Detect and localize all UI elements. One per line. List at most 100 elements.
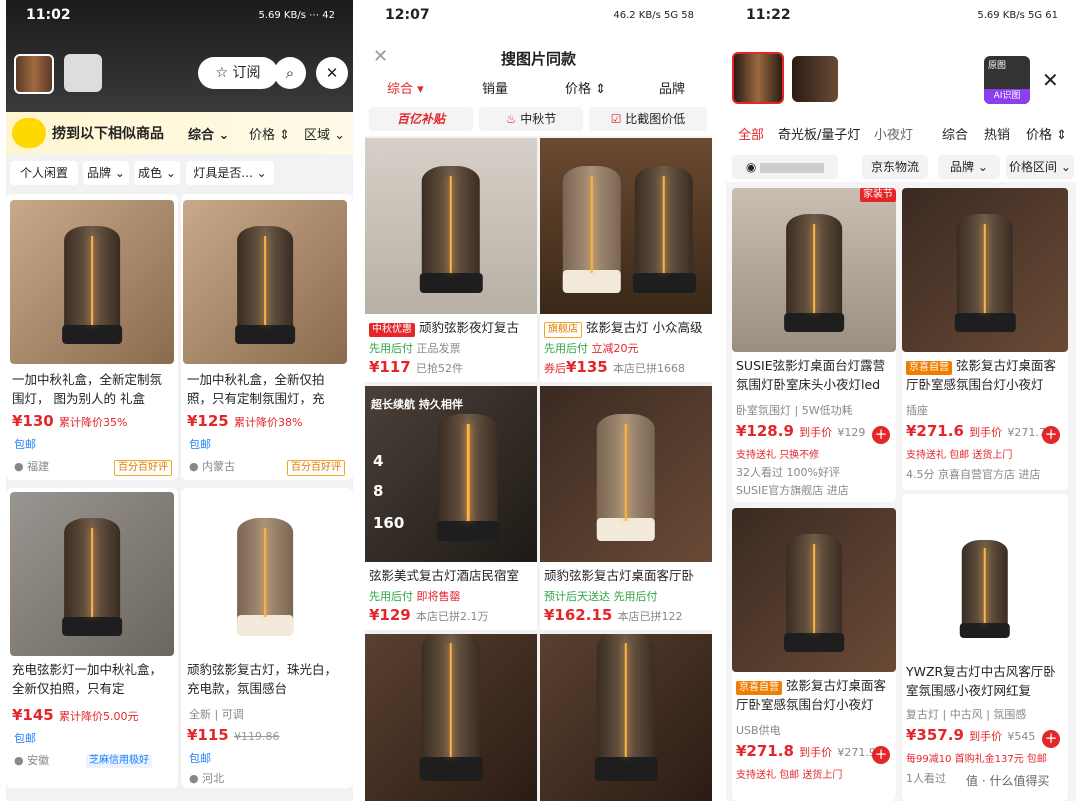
promo-cheaper[interactable]: ☑ 比截图价低 xyxy=(589,107,707,131)
thumb-2[interactable] xyxy=(64,54,102,92)
location: ● 福建 xyxy=(14,460,50,473)
thumb-1[interactable] xyxy=(14,54,54,94)
add-cart-button[interactable]: + xyxy=(872,746,890,764)
subscribe-button[interactable]: ☆ 订阅 xyxy=(198,57,278,89)
product-card[interactable]: 顽豹弦影复古灯桌面客厅卧 预计后天送达 先用后付 ¥162.15 本店已拼122 xyxy=(540,386,712,630)
product-attrs: 全新 | 可调 xyxy=(189,708,244,721)
ai-label: AI识图 xyxy=(984,89,1030,104)
shop-link[interactable]: SUSIE官方旗舰店 进店 xyxy=(736,482,849,498)
product-image[interactable] xyxy=(365,634,537,801)
lamp-icon xyxy=(783,534,844,653)
status-right: 5.69 KB/s 5G 61 xyxy=(977,10,1058,21)
thumb-2[interactable] xyxy=(792,56,838,102)
promo-billion-subsidy[interactable]: 百亿补贴 xyxy=(369,107,473,131)
tab-sales[interactable]: 销量 xyxy=(482,78,508,97)
product-price: ¥162.15 本店已拼122 xyxy=(544,606,683,624)
location-filter[interactable]: ◉ xyxy=(732,155,838,179)
add-cart-button[interactable]: + xyxy=(1042,426,1060,444)
product-card[interactable]: 京喜自营 弦影复古灯桌面客厅卧室感氛围台灯小夜灯 插座 ¥271.6 到手价 ¥… xyxy=(902,188,1068,490)
product-image[interactable] xyxy=(540,634,712,801)
thumb-selected[interactable] xyxy=(732,52,784,104)
tags: 每99减10 首购礼金137元 包邮 xyxy=(906,754,1047,765)
shipping: 包邮 xyxy=(189,438,211,451)
product-price: ¥130 累计降价35% xyxy=(12,412,128,430)
filter-price-range[interactable]: 价格区间 ⌄ xyxy=(1006,155,1074,179)
product-title: SUSIE弦影灯桌面台灯露营氛围灯卧室床头小夜灯led xyxy=(736,358,886,392)
cat-all[interactable]: 全部 xyxy=(738,124,764,143)
product-attrs: 复古灯 | 中古风 | 氛围感 xyxy=(906,708,1027,721)
watermark: 值 · 什么值得买 xyxy=(962,770,1054,791)
overlay-num: 4 xyxy=(373,452,384,470)
product-card[interactable]: 一加中秋礼盒，全新定制氛围灯， 图为别人的 礼盒 ¥130 累计降价35% 包邮… xyxy=(6,194,178,480)
product-card[interactable]: 顽豹弦影复古灯，珠光白，充电款，氛围感台 全新 | 可调 ¥115 ¥119.8… xyxy=(181,488,353,788)
product-title: 顽豹弦影复古灯桌面客厅卧 xyxy=(544,568,695,583)
lamp-icon xyxy=(959,539,1011,639)
original-image-button[interactable]: 原图 AI识图 xyxy=(984,56,1030,104)
product-card[interactable]: 旗舰店 弦影复古灯 小众高级 先用后付 立减20元 券后¥135 本店已拼166… xyxy=(540,138,712,382)
sort-price[interactable]: 价格 ⇕ xyxy=(1026,124,1067,143)
product-price: ¥357.9 到手价 ¥545 xyxy=(906,726,1036,744)
stat-line: 1人看过 xyxy=(906,772,946,785)
promo-midautumn[interactable]: ♨ 中秋节 xyxy=(479,107,583,131)
panel-xianyu: 11:02 5.69 KB/s ⋯ 42 ☆ 订阅 ⌕ ✕ 捞到以下相似商品 综… xyxy=(6,0,353,801)
product-image xyxy=(902,188,1068,352)
lamp-icon xyxy=(237,518,293,637)
add-cart-button[interactable]: + xyxy=(872,426,890,444)
close-icon[interactable]: ✕ xyxy=(316,57,348,89)
product-title: 一加中秋礼盒，全新定制氛围灯， 图为别人的 礼盒 xyxy=(12,372,163,406)
sort-comprehensive[interactable]: 综合 xyxy=(942,124,968,143)
filter-jd-logistics[interactable]: 京东物流 xyxy=(862,155,928,179)
rating-badge: 百分百好评 xyxy=(114,460,172,476)
product-price: ¥117 已抢52件 xyxy=(369,358,463,376)
sort-hot[interactable]: 热销 xyxy=(984,124,1010,143)
cat-nightlight[interactable]: 小夜灯 xyxy=(874,124,913,143)
filter-idle[interactable]: 个人闲置 xyxy=(10,161,78,185)
lamp-icon xyxy=(632,166,696,293)
product-title: 一加中秋礼盒，全新仅拍照，只有定制氛围灯，充 xyxy=(187,372,325,406)
product-card[interactable]: 家装节 SUSIE弦影灯桌面台灯露营氛围灯卧室床头小夜灯led 卧室氛围灯 | … xyxy=(732,188,896,502)
search-icon[interactable]: ⌕ xyxy=(274,57,306,89)
status-bar: 11:22 5.69 KB/s 5G 61 xyxy=(726,0,1076,34)
status-right: 46.2 KB/s 5G 58 xyxy=(613,10,694,21)
product-title: 充电弦影灯一加中秋礼盒，全新仅拍照，只有定 xyxy=(12,662,163,696)
product-card[interactable]: 中秋优惠 顽豹弦影夜灯复古 先用后付 正品发票 ¥117 已抢52件 xyxy=(365,138,537,382)
subscribe-label: 订阅 xyxy=(232,65,261,81)
credit-badge: 芝麻信用极好 xyxy=(86,754,152,768)
product-title: YWZR复古灯中古风客厅卧室氛围感小夜灯网红复 xyxy=(906,664,1056,698)
tab-comprehensive[interactable]: 综合 ▾ xyxy=(387,78,424,97)
product-price: 券后¥135 本店已拼1668 xyxy=(544,358,685,376)
tab-price[interactable]: 价格 ⇕ xyxy=(565,78,606,97)
masked-address xyxy=(760,162,825,173)
overlay-num: 8 xyxy=(373,482,384,500)
add-cart-button[interactable]: + xyxy=(1042,730,1060,748)
filter-brand[interactable]: 品牌 ⌄ xyxy=(938,155,1000,179)
product-price: ¥128.9 到手价 ¥129 xyxy=(736,422,866,440)
filter-brand[interactable]: 品牌 ⌄ xyxy=(83,161,129,185)
tab-brand[interactable]: 品牌 xyxy=(659,78,685,97)
status-time: 11:02 xyxy=(26,7,71,23)
product-card[interactable]: 充电弦影灯一加中秋礼盒，全新仅拍照，只有定 ¥145 累计降价5.00元 包邮 … xyxy=(6,488,178,788)
product-card[interactable]: 京喜自营 弦影复古灯桌面客厅卧室感氛围台灯小夜灯 USB供电 ¥271.8 到手… xyxy=(732,508,896,801)
shipping: 包邮 xyxy=(14,732,36,745)
product-card[interactable]: YWZR复古灯中古风客厅卧室氛围感小夜灯网红复 复古灯 | 中古风 | 氛围感 … xyxy=(902,494,1068,801)
filter-lamp[interactable]: 灯具是否... ⌄ xyxy=(186,161,274,185)
sort-comprehensive[interactable]: 综合 ⌄ xyxy=(188,124,229,143)
flame-icon: ♨ xyxy=(505,112,517,126)
close-icon[interactable]: ✕ xyxy=(1042,68,1059,92)
tags: 支持送礼 包邮 送货上门 xyxy=(736,770,843,781)
lamp-icon xyxy=(783,214,844,333)
cat-quantum[interactable]: 奇光板/量子灯 xyxy=(778,124,860,143)
product-card[interactable]: 一加中秋礼盒，全新仅拍照，只有定制氛围灯，充 ¥125 累计降价38% 包邮 ●… xyxy=(181,194,353,480)
product-card[interactable]: 超长续航 持久相伴 4 8 160 弦影美式复古灯酒店民宿室 先用后付 即将售罄… xyxy=(365,386,537,630)
sort-price[interactable]: 价格 ⇕ xyxy=(249,124,290,143)
promo-badge: 家装节 xyxy=(860,188,896,202)
stat-line[interactable]: 4.5分 京喜自营官方店 进店 xyxy=(906,466,1041,482)
filter-condition[interactable]: 成色 ⌄ xyxy=(134,161,180,185)
status-time: 12:07 xyxy=(385,7,430,23)
sort-region[interactable]: 区域 ⌄ xyxy=(304,124,345,143)
product-image xyxy=(183,492,347,656)
product-image xyxy=(365,138,537,314)
product-price: ¥271.6 到手价 ¥271.7 xyxy=(906,422,1046,440)
lamp-icon xyxy=(596,414,656,541)
lamp-icon xyxy=(436,414,501,541)
